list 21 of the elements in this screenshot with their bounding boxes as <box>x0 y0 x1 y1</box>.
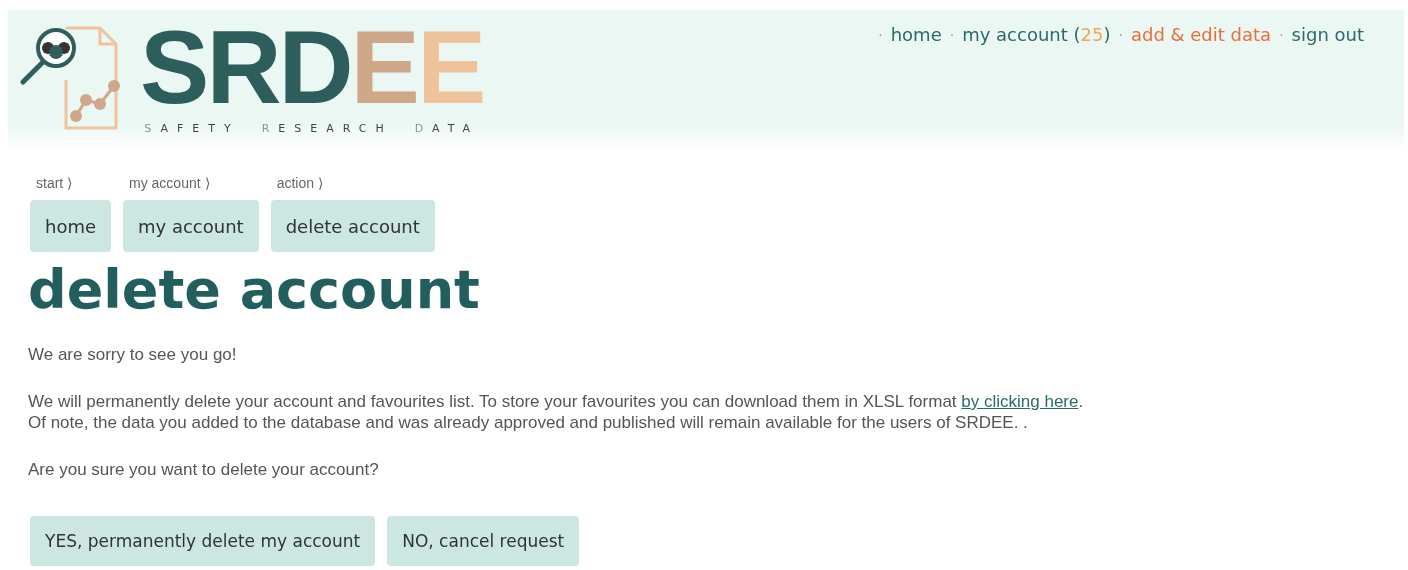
breadcrumb-step: action ⟩ <box>270 175 435 191</box>
nav-link[interactable]: home <box>890 24 942 45</box>
separator-dot: · <box>949 26 955 43</box>
separator-dot: · <box>1279 26 1284 43</box>
breadcrumb-step: start ⟩ <box>30 175 112 191</box>
action-button[interactable]: NO, cancel request <box>387 516 580 566</box>
breadcrumb-button[interactable]: my account <box>123 200 259 252</box>
download-link[interactable]: by clicking here <box>961 392 1079 411</box>
breadcrumb-button[interactable]: delete account <box>270 200 435 252</box>
breadcrumb-step: my account ⟩ <box>123 175 259 191</box>
nav-link[interactable]: sign out <box>1291 24 1364 45</box>
nav-link[interactable]: my account (25) <box>962 24 1111 45</box>
logo-wordmark: SRDEE <box>140 24 484 110</box>
separator-dot: · <box>1118 26 1123 43</box>
breadcrumb-button[interactable]: home <box>30 200 112 252</box>
intro-text: We are sorry to see you go! <box>28 344 238 365</box>
page-title: delete account <box>28 258 481 322</box>
separator-dot: · <box>878 26 883 43</box>
action-button[interactable]: YES, permanently delete my account <box>30 516 376 566</box>
question-text: Are you sure you want to delete your account? <box>28 459 380 480</box>
notice-text: We will permanently delete your account and favourites list. To store your favourites you can download them in XLSL format by clicking here. Of note, the data you added to the database and was already approved and published will remain available for the users of SRDEE. . <box>28 391 1085 433</box>
